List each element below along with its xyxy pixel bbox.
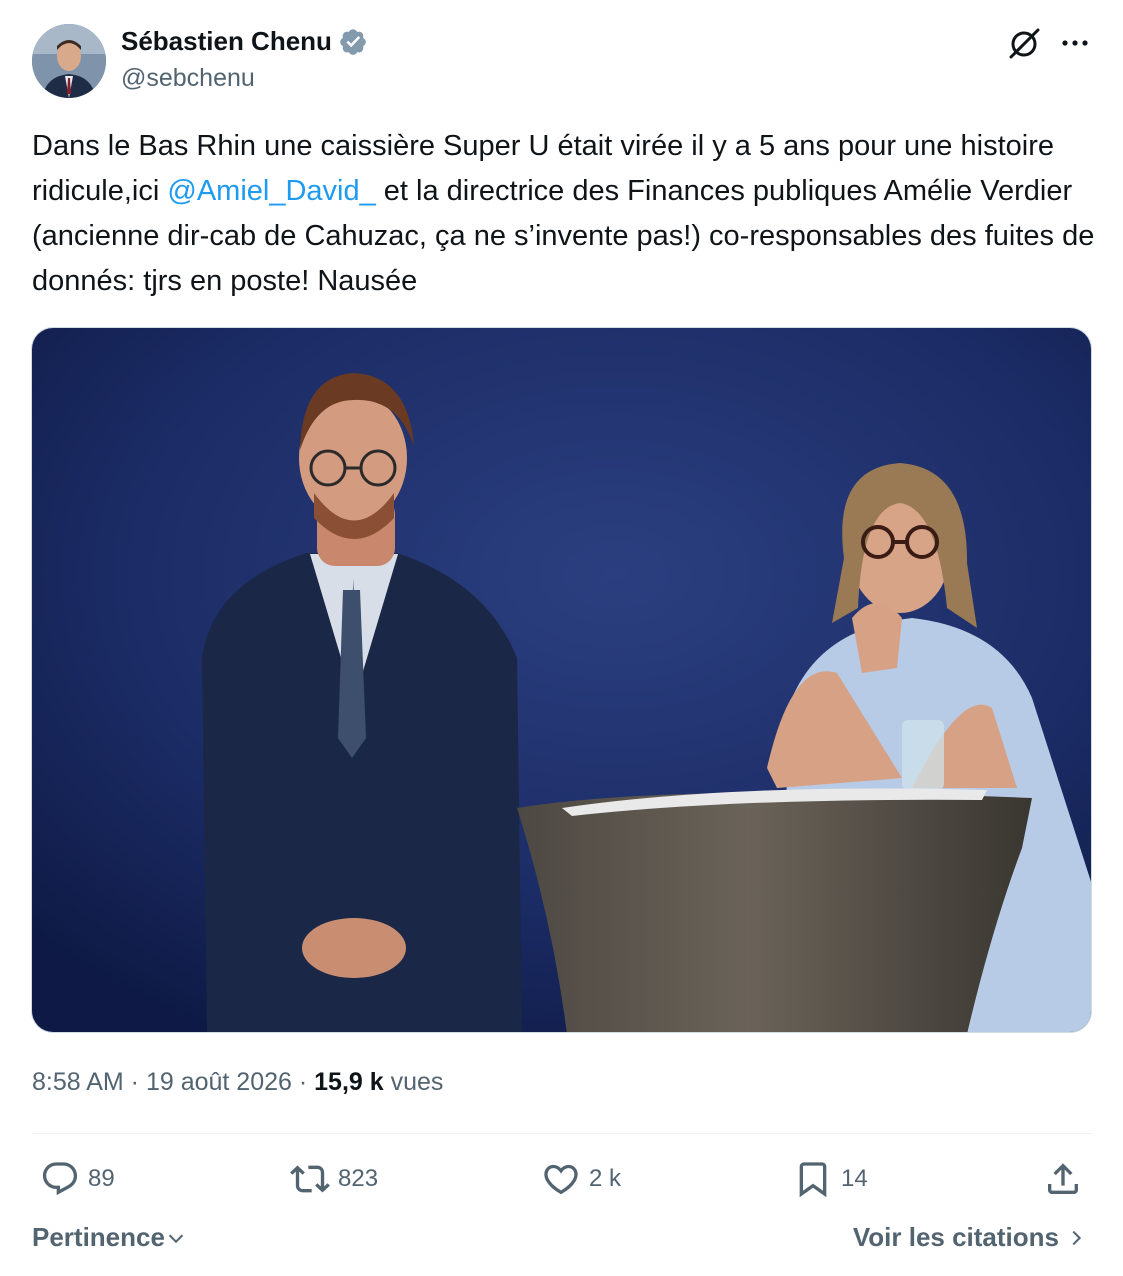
bookmark-icon [799, 1162, 827, 1198]
bookmark-count: 14 [841, 1165, 868, 1192]
share-icon [1048, 1163, 1078, 1194]
view-quotes-link[interactable]: Voir les citations [853, 1222, 1087, 1253]
tweet-time[interactable]: 8:58 AM [32, 1068, 124, 1096]
tweet-date[interactable]: 19 août 2026 [146, 1068, 292, 1096]
views-count: 15,9 k [314, 1068, 384, 1096]
meta-separator: · [123, 1068, 146, 1096]
like-icon [544, 1164, 578, 1195]
author-name[interactable]: Sébastien Chenu [121, 26, 332, 57]
tweet-text: Dans le Bas Rhin une caissière Super U é… [32, 124, 1102, 304]
bookmark-button[interactable]: 14 [793, 1159, 868, 1199]
action-bar: 89 823 2 k 14 [0, 1155, 1123, 1205]
verified-badge-icon [340, 28, 366, 55]
photo-image [32, 328, 1091, 1032]
views-label: vues [383, 1068, 444, 1096]
author-avatar[interactable] [32, 24, 106, 98]
quotes-label: Voir les citations [852, 1222, 1059, 1252]
reply-button[interactable]: 89 [40, 1159, 115, 1199]
more-options-icon[interactable] [1058, 28, 1092, 58]
author-handle[interactable]: @sebchenu [121, 64, 255, 93]
sort-label: Pertinence [32, 1222, 165, 1252]
divider [32, 1133, 1093, 1134]
retweet-count: 823 [338, 1165, 379, 1192]
tweet-meta: 8:58 AM · 19 août 2026 · 15,9 k vues [32, 1068, 443, 1097]
reply-icon [42, 1162, 78, 1196]
retweet-button[interactable]: 823 [290, 1159, 378, 1199]
retweet-icon [290, 1165, 330, 1193]
reply-count: 89 [88, 1165, 115, 1192]
share-button[interactable] [1043, 1159, 1083, 1199]
author-name-row[interactable]: Sébastien Chenu [121, 26, 368, 57]
chevron-down-icon [168, 1234, 184, 1243]
like-button[interactable]: 2 k [541, 1159, 621, 1199]
avatar-image [32, 24, 106, 98]
chevron-right-icon [1072, 1230, 1082, 1245]
meta-separator: · [291, 1068, 315, 1096]
tweet-photo[interactable] [31, 327, 1092, 1033]
mention-link[interactable]: @Amiel_David_ [167, 175, 375, 207]
sort-dropdown[interactable]: Pertinence [32, 1222, 187, 1253]
like-count: 2 k [589, 1165, 622, 1192]
grok-icon[interactable] [1005, 24, 1043, 62]
